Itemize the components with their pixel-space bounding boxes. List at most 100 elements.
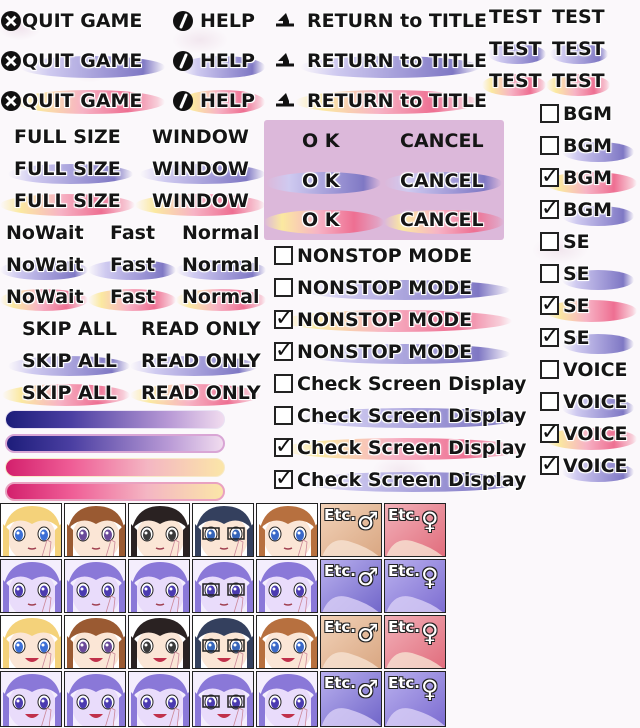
- etc-male-portrait[interactable]: Etc. ♂: [320, 615, 382, 669]
- bgm-checkbox-checked[interactable]: ✓: [540, 164, 559, 189]
- bgm-label: BGM: [563, 135, 612, 157]
- etc-female-portrait[interactable]: Etc. ♀: [384, 671, 446, 727]
- check-screen-checkbox[interactable]: [274, 374, 293, 393]
- test-button[interactable]: TEST: [552, 4, 605, 30]
- character-portrait[interactable]: [0, 615, 62, 669]
- character-portrait[interactable]: [64, 615, 126, 669]
- read-only-button-hover[interactable]: READ ONLY: [141, 348, 261, 374]
- fast-button-active[interactable]: Fast: [110, 284, 155, 310]
- nonstop-checkbox-checked[interactable]: ✓: [274, 306, 293, 331]
- normal-button-active[interactable]: Normal: [182, 284, 259, 310]
- character-portrait[interactable]: [256, 559, 318, 613]
- etc-female-portrait[interactable]: Etc. ♀: [384, 615, 446, 669]
- character-portrait[interactable]: [64, 559, 126, 613]
- se-label: SE: [563, 231, 590, 253]
- fast-button[interactable]: Fast: [110, 220, 155, 246]
- help-button[interactable]: HELP: [170, 8, 270, 36]
- voice-checkbox-checked-hover[interactable]: ✓: [540, 452, 559, 477]
- character-portrait[interactable]: [256, 615, 318, 669]
- check-screen-label: Check Screen Display: [297, 437, 527, 459]
- character-portrait[interactable]: [192, 671, 254, 727]
- cancel-button-active[interactable]: CANCEL: [400, 207, 484, 233]
- portrait-image: [129, 616, 189, 668]
- se-checkbox-checked[interactable]: ✓: [540, 292, 559, 317]
- character-portrait[interactable]: [128, 615, 190, 669]
- cancel-button[interactable]: CANCEL: [400, 128, 484, 154]
- character-portrait[interactable]: [0, 503, 62, 557]
- character-portrait[interactable]: [64, 671, 126, 727]
- read-only-button[interactable]: READ ONLY: [141, 316, 261, 342]
- test-button-hover[interactable]: TEST: [489, 36, 542, 62]
- nowait-button-hover[interactable]: NoWait: [6, 252, 84, 278]
- full-size-button-active[interactable]: FULL SIZE: [14, 188, 121, 214]
- quit-game-label: QUIT GAME: [22, 50, 143, 72]
- skip-all-button-active[interactable]: SKIP ALL: [22, 380, 117, 406]
- character-portrait[interactable]: [0, 559, 62, 613]
- gauge-bar-pink-outline: [5, 482, 225, 501]
- character-portrait[interactable]: [0, 671, 62, 727]
- full-size-button-hover[interactable]: FULL SIZE: [14, 156, 121, 182]
- check-screen-label: Check Screen Display: [297, 469, 527, 491]
- help-button-hover[interactable]: HELP: [170, 48, 270, 76]
- etc-male-portrait[interactable]: Etc. ♂: [320, 559, 382, 613]
- window-button-active[interactable]: WINDOW: [152, 188, 249, 214]
- character-portrait[interactable]: [128, 503, 190, 557]
- ok-button-active[interactable]: O K: [302, 207, 340, 233]
- etc-male-portrait[interactable]: Etc. ♂: [320, 671, 382, 727]
- nonstop-checkbox-hover[interactable]: [274, 278, 293, 297]
- check-screen-checkbox-checked[interactable]: ✓: [274, 434, 293, 459]
- skip-all-button-hover[interactable]: SKIP ALL: [22, 348, 117, 374]
- voice-checkbox[interactable]: [540, 360, 559, 379]
- window-button[interactable]: WINDOW: [152, 124, 249, 150]
- bgm-checkbox-checked-hover[interactable]: ✓: [540, 196, 559, 221]
- ok-button[interactable]: O K: [302, 128, 340, 154]
- character-portrait[interactable]: [64, 503, 126, 557]
- etc-male-portrait[interactable]: Etc. ♂: [320, 503, 382, 557]
- se-checkbox-checked-hover[interactable]: ✓: [540, 324, 559, 349]
- return-arrow-icon: [276, 53, 294, 67]
- character-portrait[interactable]: [256, 671, 318, 727]
- cancel-button-hover[interactable]: CANCEL: [400, 168, 484, 194]
- fast-button-hover[interactable]: Fast: [110, 252, 155, 278]
- nonstop-checkbox-checked-hover[interactable]: ✓: [274, 338, 293, 363]
- etc-female-portrait[interactable]: Etc. ♀: [384, 559, 446, 613]
- bgm-checkbox-hover[interactable]: [540, 136, 559, 155]
- character-portrait[interactable]: [256, 503, 318, 557]
- help-button-active[interactable]: HELP: [170, 88, 270, 116]
- nowait-button-active[interactable]: NoWait: [6, 284, 84, 310]
- test-button[interactable]: TEST: [489, 4, 542, 30]
- normal-button-hover[interactable]: Normal: [182, 252, 259, 278]
- skip-all-button[interactable]: SKIP ALL: [22, 316, 117, 342]
- quit-game-button-active[interactable]: QUIT GAME: [0, 88, 160, 116]
- quit-game-button[interactable]: QUIT GAME: [0, 8, 160, 36]
- portrait-image: [193, 672, 253, 726]
- window-button-hover[interactable]: WINDOW: [152, 156, 249, 182]
- full-size-button[interactable]: FULL SIZE: [14, 124, 121, 150]
- character-portrait[interactable]: [192, 615, 254, 669]
- return-title-button-hover[interactable]: RETURN to TITLE: [274, 48, 487, 76]
- bgm-checkbox[interactable]: [540, 104, 559, 123]
- etc-female-portrait[interactable]: Etc. ♀: [384, 503, 446, 557]
- nonstop-checkbox[interactable]: [274, 246, 293, 265]
- voice-checkbox-checked[interactable]: ✓: [540, 420, 559, 445]
- return-title-button[interactable]: RETURN to TITLE: [274, 8, 487, 36]
- return-title-button-active[interactable]: RETURN to TITLE: [274, 88, 487, 116]
- test-button-hover[interactable]: TEST: [552, 36, 605, 62]
- character-portrait[interactable]: [192, 559, 254, 613]
- normal-button[interactable]: Normal: [182, 220, 259, 246]
- character-portrait[interactable]: [192, 503, 254, 557]
- character-portrait[interactable]: [128, 671, 190, 727]
- test-button-active[interactable]: TEST: [552, 68, 605, 94]
- se-checkbox[interactable]: [540, 232, 559, 251]
- test-button-active[interactable]: TEST: [489, 68, 542, 94]
- character-portrait[interactable]: [128, 559, 190, 613]
- quit-game-button-hover[interactable]: QUIT GAME: [0, 48, 160, 76]
- check-screen-checkbox-hover[interactable]: [274, 406, 293, 425]
- portrait-image: [193, 560, 253, 612]
- ok-button-hover[interactable]: O K: [302, 168, 340, 194]
- se-checkbox-hover[interactable]: [540, 264, 559, 283]
- nowait-button[interactable]: NoWait: [6, 220, 84, 246]
- read-only-button-active[interactable]: READ ONLY: [141, 380, 261, 406]
- voice-checkbox-hover[interactable]: [540, 392, 559, 411]
- check-screen-checkbox-checked-hover[interactable]: ✓: [274, 466, 293, 491]
